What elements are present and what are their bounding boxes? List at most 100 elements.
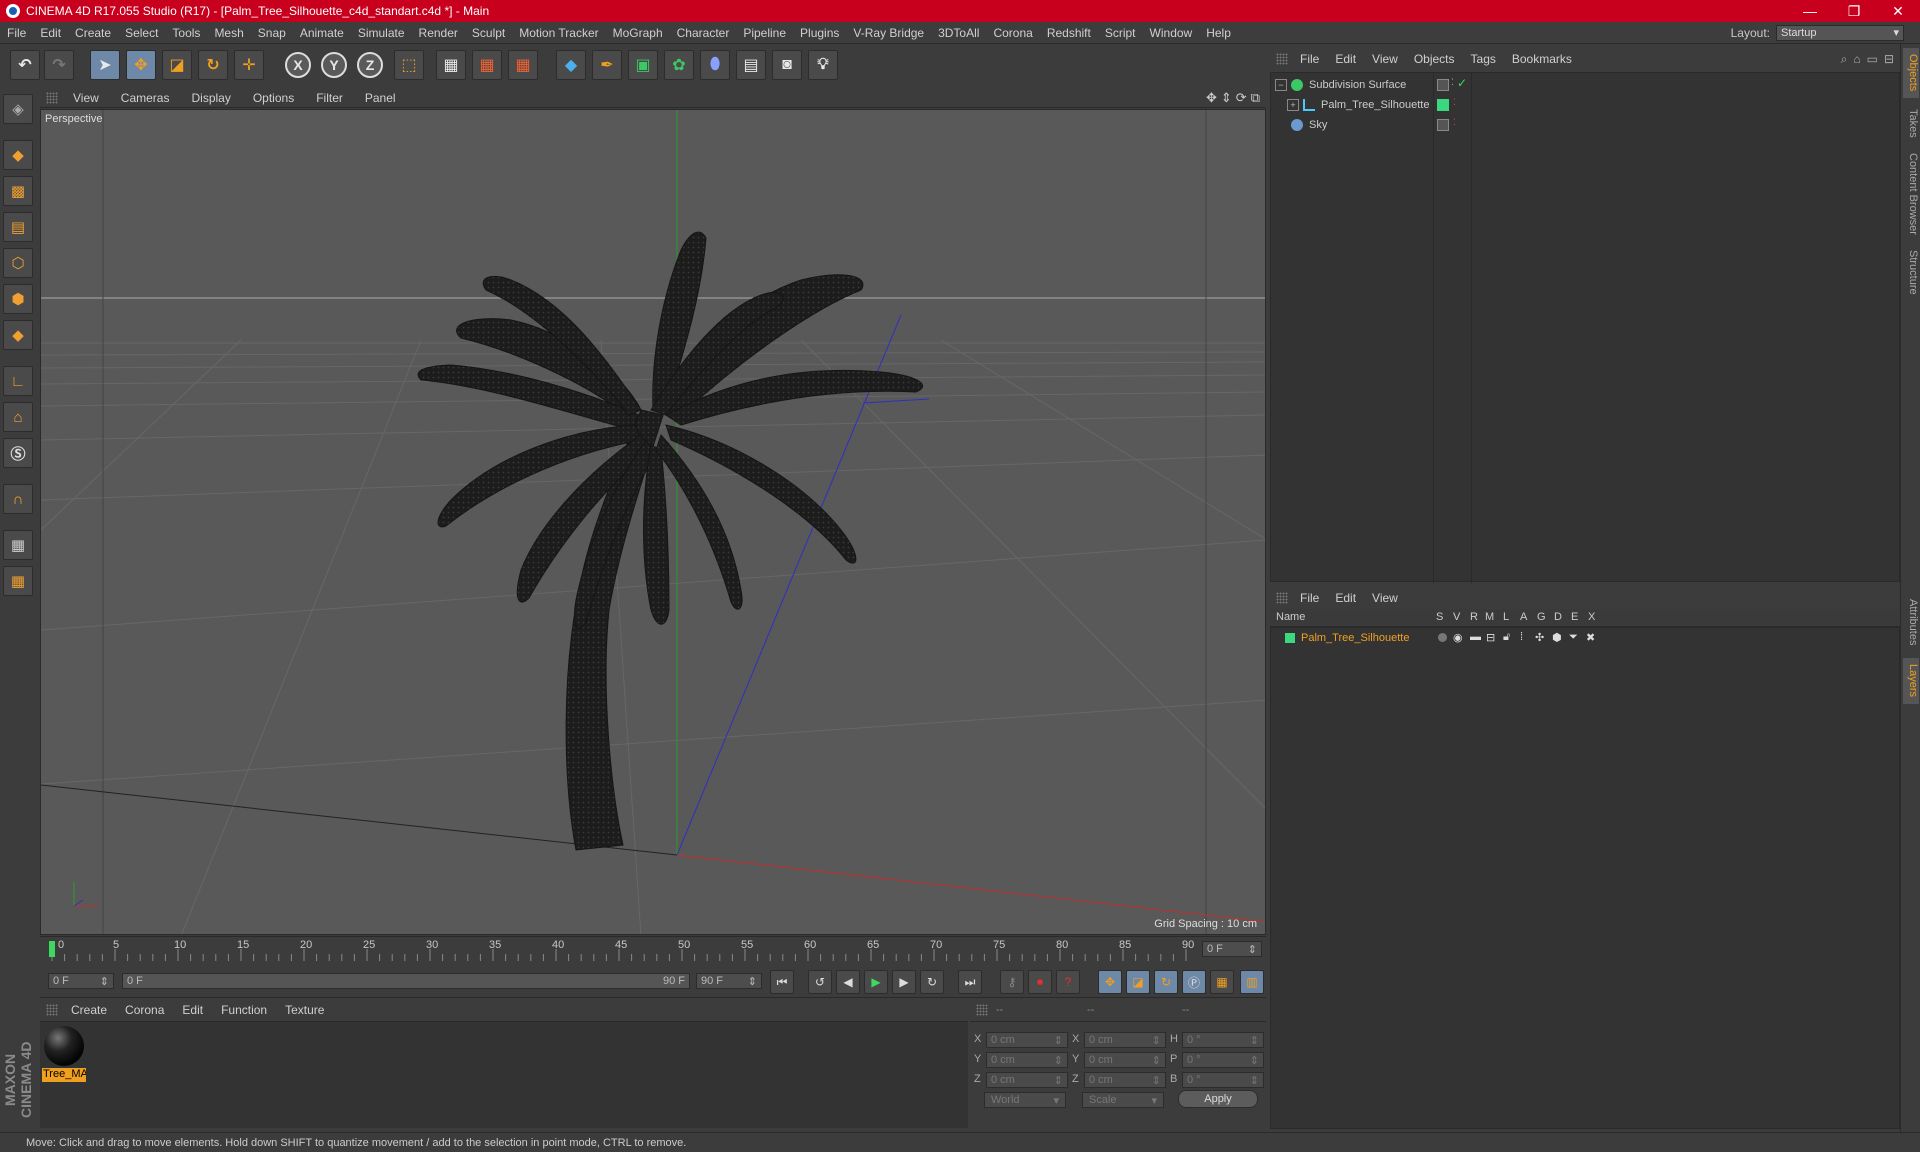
grid-lock-button[interactable]: ▦ <box>3 530 33 560</box>
menu-edit[interactable]: Edit <box>33 26 68 40</box>
viewport-menu-display[interactable]: Display <box>180 91 241 105</box>
z-axis-button[interactable]: Z <box>357 52 383 78</box>
xref-icon[interactable]: ✖ <box>1586 631 1595 644</box>
frame-range-slider[interactable]: 0 F 90 F <box>122 973 690 989</box>
menu-snap[interactable]: Snap <box>251 26 293 40</box>
mograph-cloner-button[interactable]: ✿ <box>664 50 694 80</box>
deformer-button[interactable]: ⬮ <box>700 50 730 80</box>
texture-mode-button[interactable]: ▩ <box>3 176 33 206</box>
menu-mesh[interactable]: Mesh <box>207 26 250 40</box>
redo-button[interactable]: ↷ <box>44 50 74 80</box>
scale-tool-button[interactable]: ◪ <box>162 50 192 80</box>
eye-icon[interactable]: ◉ <box>1453 631 1463 644</box>
material-menu-create[interactable]: Create <box>62 1003 116 1017</box>
object-row-subdivision-surface[interactable]: − Subdivision Surface ⁚ ✓ <box>1271 75 1899 95</box>
material-item[interactable]: Tree_MA <box>42 1026 86 1082</box>
rotation-h-field[interactable]: 0 ° ⇕ <box>1182 1032 1264 1048</box>
goto-previous-key-button[interactable]: ↺ <box>808 970 832 994</box>
layer-color-icon[interactable] <box>1437 99 1449 111</box>
material-menu-function[interactable]: Function <box>212 1003 276 1017</box>
viewport-menu-view[interactable]: View <box>62 91 110 105</box>
make-editable-button[interactable]: ◈ <box>3 94 33 124</box>
manager-icon[interactable]: ⊟ <box>1486 631 1495 644</box>
keyframe-selection-button[interactable]: ⚷ <box>1000 970 1024 994</box>
deformer-icon[interactable]: ⬢ <box>1552 631 1562 644</box>
undo-button[interactable]: ↶ <box>10 50 40 80</box>
render-settings-button[interactable]: ▦ <box>508 50 538 80</box>
material-menu-edit[interactable]: Edit <box>173 1003 212 1017</box>
object-row-sky[interactable]: Sky ⁚ <box>1271 115 1899 135</box>
menu-character[interactable]: Character <box>670 26 737 40</box>
position-z-field[interactable]: 0 cm ⇕ <box>986 1072 1068 1088</box>
animation-icon[interactable]: ⁞ <box>1520 631 1523 643</box>
key-rotation-button[interactable]: ↻ <box>1154 970 1178 994</box>
edges-mode-button[interactable]: ⬢ <box>3 284 33 314</box>
home-icon[interactable]: ⌂ <box>1853 52 1860 67</box>
end-frame-field[interactable]: 90 F ⇕ <box>696 973 762 989</box>
cube-object-button[interactable]: ◆ <box>556 50 586 80</box>
menu-window[interactable]: Window <box>1143 26 1200 40</box>
camera-button[interactable]: ◙ <box>772 50 802 80</box>
menu-script[interactable]: Script <box>1098 26 1143 40</box>
visibility-dots-icon[interactable]: ⁚ <box>1453 97 1465 109</box>
objects-menu-edit[interactable]: Edit <box>1327 52 1364 66</box>
objects-menu-tags[interactable]: Tags <box>1463 52 1504 66</box>
expand-toggle-icon[interactable]: + <box>1287 99 1299 111</box>
start-frame-field[interactable]: 0 F ⇕ <box>48 973 114 989</box>
rotation-b-field[interactable]: 0 ° ⇕ <box>1182 1072 1264 1088</box>
menu-tools[interactable]: Tools <box>165 26 207 40</box>
timeline-ruler[interactable]: 0 5 10 15 20 25 30 35 40 45 50 55 60 65 … <box>40 936 1266 962</box>
expand-panel-icon[interactable]: ⊟ <box>1884 52 1894 67</box>
play-button[interactable]: ▶ <box>864 970 888 994</box>
viewport-menu-panel[interactable]: Panel <box>354 91 407 105</box>
lock-icon[interactable]: 🔓︎ <box>1503 631 1510 644</box>
menu-select[interactable]: Select <box>118 26 165 40</box>
menu-help[interactable]: Help <box>1199 26 1238 40</box>
objects-menu-bookmarks[interactable]: Bookmarks <box>1504 52 1580 66</box>
goto-start-button[interactable]: ⏮ <box>770 970 794 994</box>
snap-button[interactable]: ∩ <box>3 484 33 514</box>
workplane-mode-button[interactable]: ▤ <box>3 212 33 242</box>
visibility-dots-icon[interactable]: ⁚ <box>1453 117 1465 129</box>
size-mode-dropdown[interactable]: Scale ▾ <box>1082 1092 1164 1108</box>
menu-vray-bridge[interactable]: V-Ray Bridge <box>846 26 931 40</box>
select-tool-button[interactable]: ➤ <box>90 50 120 80</box>
render-view-button[interactable]: ▦ <box>436 50 466 80</box>
position-y-field[interactable]: 0 cm ⇕ <box>986 1052 1068 1068</box>
tweak-mode-button[interactable]: ⌂ <box>3 402 33 432</box>
menu-redshift[interactable]: Redshift <box>1040 26 1098 40</box>
x-axis-button[interactable]: X <box>285 52 311 78</box>
layers-menu-view[interactable]: View <box>1364 591 1406 605</box>
pan-icon[interactable]: ✥ <box>1206 90 1217 106</box>
current-frame-field[interactable]: 0 F ⇕ <box>1202 941 1262 957</box>
size-x-field[interactable]: 0 cm ⇕ <box>1084 1032 1166 1048</box>
model-mode-button[interactable]: ◆ <box>3 140 33 170</box>
tab-takes[interactable]: Takes <box>1903 102 1919 144</box>
enabled-check-icon[interactable]: ✓ <box>1457 76 1469 90</box>
light-button[interactable]: 💡︎ <box>808 50 838 80</box>
generator-icon[interactable]: ✣ <box>1535 631 1544 644</box>
key-scale-button[interactable]: ◪ <box>1126 970 1150 994</box>
palm-tree-silhouette[interactable] <box>417 231 923 851</box>
tab-layers[interactable]: Layers <box>1903 658 1919 704</box>
expression-icon[interactable]: ⏷ <box>1569 631 1578 644</box>
menu-simulate[interactable]: Simulate <box>351 26 412 40</box>
axis-mode-button[interactable]: ∟ <box>3 366 33 396</box>
pen-spline-button[interactable]: ✒ <box>592 50 622 80</box>
menu-animate[interactable]: Animate <box>293 26 351 40</box>
collapse-toggle-icon[interactable]: − <box>1275 79 1287 91</box>
next-frame-button[interactable]: ▶ <box>892 970 916 994</box>
render-to-picture-viewer-button[interactable]: ▦ <box>472 50 502 80</box>
viewport-menu-options[interactable]: Options <box>242 91 305 105</box>
polygons-mode-button[interactable]: ◆ <box>3 320 33 350</box>
menu-motion-tracker[interactable]: Motion Tracker <box>512 26 605 40</box>
tab-content-browser[interactable]: Content Browser <box>1903 148 1919 240</box>
menu-corona[interactable]: Corona <box>986 26 1039 40</box>
position-x-field[interactable]: 0 cm ⇕ <box>986 1032 1068 1048</box>
points-mode-button[interactable]: ⬡ <box>3 248 33 278</box>
coordinate-system-button[interactable]: ⬚ <box>394 50 424 80</box>
y-axis-button[interactable]: Y <box>321 52 347 78</box>
live-selection-button[interactable]: ✛ <box>234 50 264 80</box>
size-z-field[interactable]: 0 cm ⇕ <box>1084 1072 1166 1088</box>
goto-next-key-button[interactable]: ↻ <box>920 970 944 994</box>
